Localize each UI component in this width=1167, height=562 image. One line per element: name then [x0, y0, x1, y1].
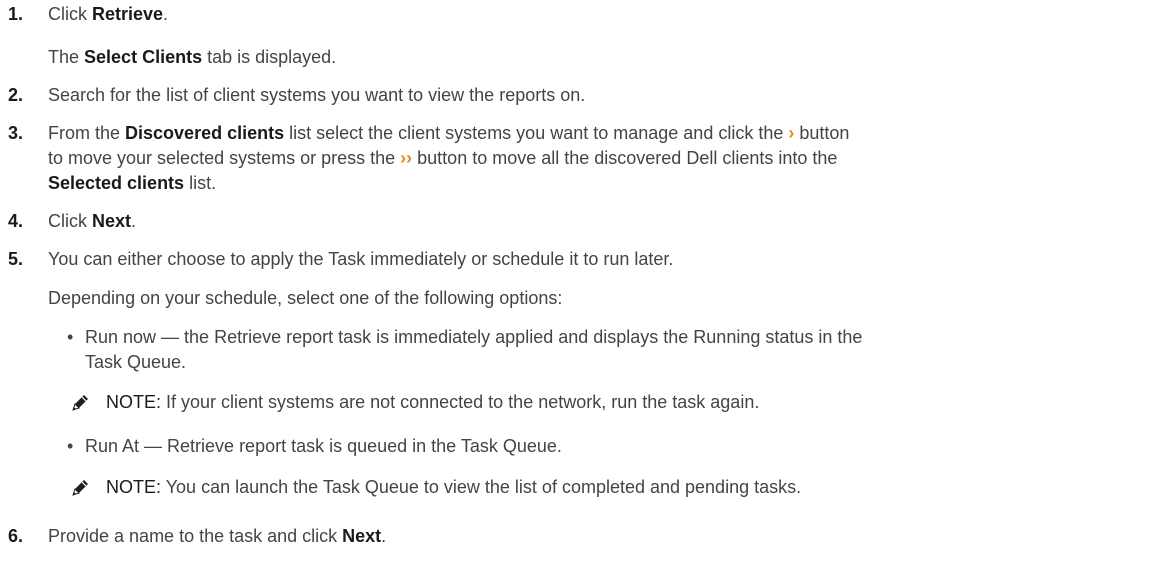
step-number: 1.	[8, 4, 24, 24]
step-number: 5.	[8, 249, 24, 269]
step-text: Click Retrieve.	[48, 4, 169, 24]
step-number: 4.	[8, 211, 24, 231]
step-text: Click Next.	[48, 211, 137, 231]
step-text: Provide a name to the task and click Nex…	[48, 526, 387, 546]
step-number: 3.	[8, 123, 24, 143]
move-all-double-chevron-icon: ››	[400, 148, 413, 168]
step-text-line-3: Selected clients list.	[48, 173, 217, 193]
step-text: Search for the list of client systems yo…	[48, 85, 586, 105]
step-number: 6.	[8, 526, 24, 546]
step-text-line-1: From the Discovered clients list select …	[48, 123, 850, 143]
note-pencil-icon	[69, 477, 91, 499]
note-pencil-icon	[69, 392, 91, 414]
step-1-result: The Select Clients tab is displayed.	[48, 47, 337, 67]
step-5-intro: Depending on your schedule, select one o…	[48, 288, 563, 308]
bullet: •	[67, 436, 74, 456]
bullet: •	[67, 327, 74, 347]
step-text: You can either choose to apply the Task …	[48, 249, 674, 269]
document-page: 1. Click Retrieve. The Select Clients ta…	[8, 4, 863, 546]
step-text-line-2: to move your selected systems or press t…	[48, 148, 838, 168]
step-number: 2.	[8, 85, 24, 105]
